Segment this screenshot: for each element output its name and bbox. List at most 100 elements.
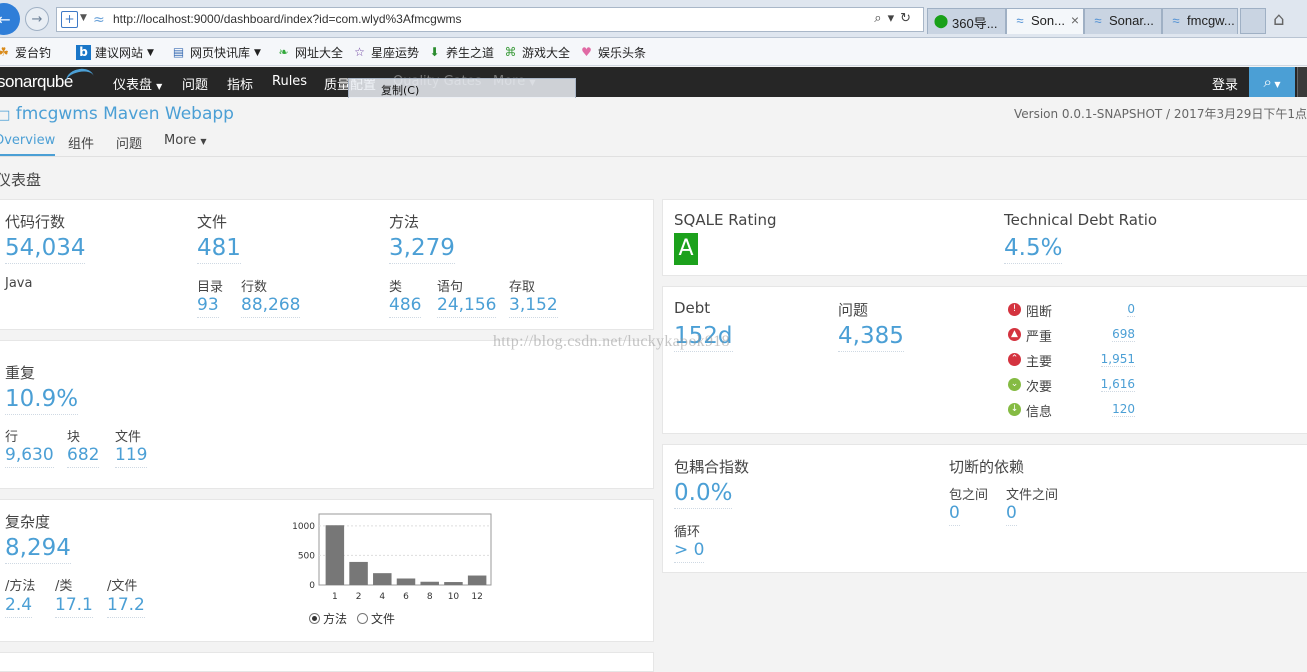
tab-components[interactable]: 组件 [68, 133, 94, 152]
severity-value[interactable]: 698 [1112, 327, 1135, 342]
back-arrow-icon[interactable]: ← [0, 3, 20, 35]
complexity-value[interactable]: 8,294 [5, 533, 71, 564]
severity-value[interactable]: 1,951 [1100, 352, 1135, 367]
address-bar[interactable]: + ▼ ≈ http://localhost:9000/dashboard/in… [56, 7, 924, 32]
duplication-value[interactable]: 10.9% [5, 384, 79, 415]
caret-down-icon: ▼ [156, 82, 163, 91]
debt-label: Debt [674, 299, 711, 317]
major-icon: ⌃ [1008, 353, 1021, 366]
lips-icon: ♥ [581, 45, 592, 59]
lines-value[interactable]: 88,268 [241, 293, 301, 318]
critical-icon: ▲ [1008, 328, 1021, 341]
between-files-value[interactable]: 0 [1006, 501, 1017, 526]
sonar-favicon-icon: ≈ [1172, 13, 1180, 28]
bookmark-item[interactable]: ⬇ 养生之道 [427, 44, 494, 61]
bookmark-item[interactable]: ❧ 网址大全 [276, 44, 343, 61]
context-menu-copy[interactable]: 复制(C) [381, 82, 419, 98]
complexity-per-method-value[interactable]: 2.4 [5, 593, 33, 618]
nav-issues[interactable]: 问题 [182, 74, 208, 93]
lines-of-code-value[interactable]: 54,034 [5, 233, 86, 264]
issues-value[interactable]: 4,385 [838, 321, 904, 352]
complexity-per-class-value[interactable]: 17.1 [55, 593, 93, 618]
y-tick-label: 500 [298, 551, 315, 561]
chevron-down-icon[interactable]: ▼ [80, 13, 87, 23]
bookmark-item[interactable]: ☆ 星座运势 [352, 44, 419, 61]
page-icon: ▤ [172, 45, 185, 59]
nav-label: 仪表盘 [113, 78, 153, 93]
classes-value[interactable]: 486 [389, 293, 422, 318]
new-page-icon[interactable]: + [61, 11, 78, 28]
chevron-down-icon[interactable]: ▾ [888, 11, 901, 26]
lines-of-code-label: 代码行数 [5, 213, 66, 231]
debt-ratio-value[interactable]: 4.5% [1004, 233, 1063, 264]
nav-dashboards[interactable]: 仪表盘 ▼ [113, 74, 162, 93]
complexity-per-file-label: /文件 [107, 579, 138, 594]
refresh-icon[interactable]: ↻ [900, 11, 917, 26]
project-header: □ fmcgwms Maven Webapp Version 0.0.1-SNA… [0, 98, 1307, 157]
x-tick-label: 6 [403, 592, 409, 602]
duplicated-blocks-value[interactable]: 682 [67, 443, 100, 468]
tab-issues[interactable]: 问题 [116, 133, 142, 152]
browser-tab[interactable]: ≈ fmcgw... [1162, 8, 1238, 34]
chart-bar [396, 578, 416, 585]
severity-row-major[interactable]: ⌃ 主要 1,951 [1005, 351, 1135, 371]
chevron-down-icon[interactable]: ▼ [254, 48, 261, 58]
tab-label: 360导... [952, 16, 998, 31]
tab-overview[interactable]: Overview [0, 133, 56, 156]
radio-checked-icon [309, 613, 320, 624]
search-button[interactable]: ⌕ ▼ [1249, 67, 1295, 97]
url-text[interactable]: http://localhost:9000/dashboard/index?id… [113, 12, 462, 26]
duplicated-files-value[interactable]: 119 [115, 443, 148, 468]
package-tangle-value[interactable]: 0.0% [674, 478, 733, 509]
browser-tab-active[interactable]: ≈ Son... × [1006, 8, 1084, 34]
address-tools[interactable]: ⌕▾↻ [874, 11, 917, 26]
bookmark-label: 星座运势 [371, 46, 420, 60]
severity-row-blocker[interactable]: ! 阻断 0 [1005, 301, 1135, 321]
project-title[interactable]: □ fmcgwms Maven Webapp [0, 104, 234, 124]
search-icon[interactable]: ⌕ [874, 11, 887, 26]
new-tab-button[interactable] [1240, 8, 1266, 34]
severity-row-critical[interactable]: ▲ 严重 698 [1005, 326, 1135, 346]
complexity-per-file-value[interactable]: 17.2 [107, 593, 145, 618]
tab-more[interactable]: More ▼ [164, 133, 207, 148]
next-widget [0, 652, 654, 672]
between-packages-value[interactable]: 0 [949, 501, 960, 526]
statements-value[interactable]: 24,156 [437, 293, 497, 318]
360-icon: ⬤ [933, 13, 949, 28]
cycles-value[interactable]: > 0 [674, 538, 705, 563]
sqale-rating-label: SQALE Rating [674, 211, 777, 229]
severity-value[interactable]: 0 [1127, 302, 1135, 317]
nav-rules[interactable]: Rules [272, 74, 307, 89]
browser-tab[interactable]: ⬤ 360导... [927, 8, 1006, 34]
severity-value[interactable]: 120 [1112, 402, 1135, 417]
files-value[interactable]: 481 [197, 233, 241, 264]
bookmark-item[interactable]: b 建议网站 ▼ [76, 44, 154, 61]
issues-label: 问题 [838, 301, 869, 319]
radio-method[interactable]: 方法 [309, 610, 347, 627]
bookmark-label: 游戏大全 [522, 46, 571, 60]
sonarqube-logo[interactable]: sonarqube [0, 72, 73, 92]
sqale-widget: SQALE Rating A Technical Debt Ratio 4.5% [662, 199, 1307, 276]
duplicated-lines-value[interactable]: 9,630 [5, 443, 54, 468]
home-icon[interactable]: ⌂ [1273, 9, 1284, 30]
forward-arrow-icon[interactable]: → [25, 7, 49, 31]
bookmark-item[interactable]: ♥ 娱乐头条 [579, 44, 646, 61]
duplication-widget: 重复 10.9% 行 9,630 块 682 文件 119 [0, 340, 654, 489]
close-icon[interactable]: × [1071, 12, 1079, 28]
nav-measures[interactable]: 指标 [227, 74, 253, 93]
chevron-down-icon[interactable]: ▼ [147, 48, 154, 58]
sqale-rating-badge[interactable]: A [674, 233, 698, 265]
directories-value[interactable]: 93 [197, 293, 219, 318]
severity-row-info[interactable]: ↓ 信息 120 [1005, 401, 1135, 421]
login-link[interactable]: 登录 [1212, 74, 1238, 93]
functions-value[interactable]: 3,279 [389, 233, 455, 264]
bookmark-label: 网址大全 [295, 46, 344, 60]
bookmark-item[interactable]: ⌘ 游戏大全 [503, 44, 571, 61]
browser-tab[interactable]: ≈ Sonar... [1084, 8, 1162, 34]
severity-row-minor[interactable]: ⌄ 次要 1,616 [1005, 376, 1135, 396]
bookmark-item[interactable]: ☘ 爱台钓 [0, 44, 51, 61]
bookmark-item[interactable]: ▤ 网页快讯库 ▼ [171, 44, 261, 61]
accessors-value[interactable]: 3,152 [509, 293, 558, 318]
radio-file[interactable]: 文件 [357, 610, 395, 627]
severity-value[interactable]: 1,616 [1100, 377, 1135, 392]
